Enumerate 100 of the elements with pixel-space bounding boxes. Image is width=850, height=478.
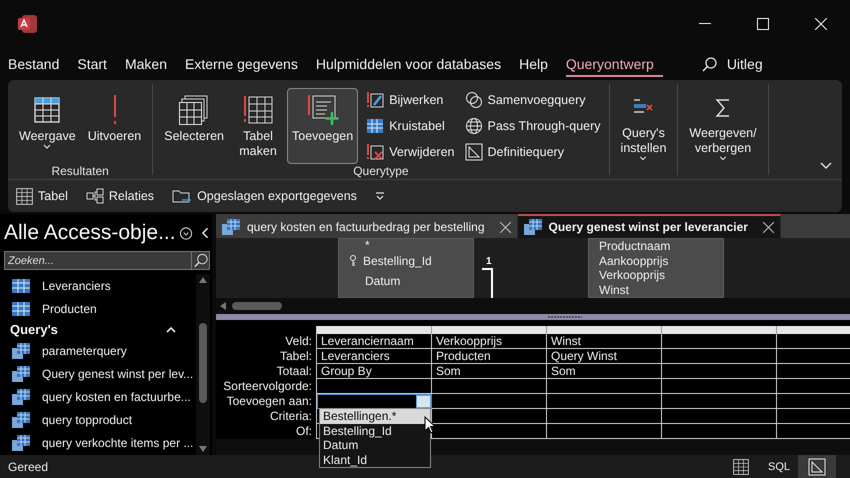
row-label: Sorteervolgorde: <box>222 379 313 394</box>
row-label: Tabel: <box>278 349 313 364</box>
ribbon-button[interactable]: Pass Through-query <box>462 114 603 138</box>
grid-cell[interactable] <box>662 409 777 424</box>
navigation-item[interactable]: Producten <box>4 297 196 320</box>
navigation-item[interactable]: query topproduct <box>4 408 196 432</box>
search-button[interactable]: Uitleg <box>696 55 769 73</box>
union-icon <box>464 91 483 109</box>
search-icon <box>702 56 717 72</box>
query-icon <box>12 389 30 406</box>
ribbon-button[interactable]: Weergave <box>14 88 81 164</box>
grid-cell[interactable] <box>547 394 662 409</box>
field-name[interactable]: Bestelling_Id <box>349 251 463 271</box>
grid-cell[interactable] <box>662 394 777 409</box>
grid-cell[interactable]: Leveranciernaam <box>317 334 432 349</box>
grid-cell[interactable]: Winst <box>547 334 662 349</box>
query-icon <box>12 412 30 428</box>
grid-cell[interactable]: Group By <box>317 364 432 379</box>
close-icon[interactable] <box>762 222 774 232</box>
crosstab-icon <box>366 117 384 135</box>
row-label: Of: <box>294 424 313 439</box>
ribbon-button[interactable]: Weergeven/ verbergen <box>684 88 762 164</box>
grid-cell[interactable] <box>662 349 777 364</box>
field-name[interactable]: Datum <box>349 271 463 291</box>
ribbon-button[interactable]: Definitiequery <box>462 140 603 164</box>
grid-cell[interactable] <box>662 364 777 379</box>
grid-cell[interactable]: Som <box>547 364 662 379</box>
view-button[interactable]: SQL <box>760 455 798 478</box>
menu-tab[interactable]: Help <box>519 52 557 76</box>
field-name[interactable]: Winst <box>599 282 713 297</box>
delete-icon <box>366 143 384 161</box>
scroll-up-icon[interactable] <box>199 277 207 283</box>
make-table-icon <box>243 95 274 125</box>
dropdown-circle-icon[interactable] <box>178 226 193 240</box>
ribbon-button[interactable]: Samenvoegquery <box>462 88 603 112</box>
grid-cell[interactable] <box>432 379 547 394</box>
navigation-item[interactable]: query verkochte items per ... <box>4 432 196 455</box>
ribbon-button[interactable]: Toevoegen <box>287 88 358 164</box>
collapse-pane-icon[interactable] <box>200 226 210 240</box>
quick-access-button[interactable]: Opgeslagen exportgegevens <box>170 188 359 204</box>
append-icon <box>306 94 339 126</box>
dropdown-option[interactable]: Bestellingen.* <box>320 409 430 424</box>
navigation-item[interactable]: parameterquery <box>4 339 196 363</box>
scrollbar[interactable] <box>196 274 210 455</box>
table-field-list[interactable]: * Bestelling_Id Datum <box>338 238 474 298</box>
search-icon[interactable] <box>191 251 210 270</box>
datasheet-icon <box>733 458 749 474</box>
grid-cell[interactable] <box>432 394 547 409</box>
dropdown-option[interactable]: Datum <box>320 438 430 452</box>
table-field-list[interactable]: Productnaam Aankoopprijs Verkoopprijs Winst <box>588 238 724 298</box>
dropdown-field[interactable] <box>317 394 432 409</box>
ribbon-button[interactable]: Verwijderen <box>364 140 457 164</box>
grid-cell[interactable] <box>547 379 662 394</box>
field-name[interactable]: Verkoopprijs <box>599 268 713 282</box>
ribbon-button[interactable]: Bijwerken <box>364 88 457 112</box>
search-field[interactable]: Zoeken... <box>4 251 191 270</box>
menu-tab[interactable]: Hulpmiddelen voor databases <box>316 52 510 76</box>
grid-cell[interactable]: Verkoopprijs <box>432 334 547 349</box>
field-name[interactable]: * <box>349 239 463 251</box>
stacked-tables-icon <box>179 95 210 125</box>
quick-access-button[interactable]: Relaties <box>84 188 156 204</box>
grid-cell[interactable] <box>547 409 662 424</box>
grid-cell[interactable]: Query Winst <box>547 349 662 364</box>
scroll-left-icon[interactable] <box>220 302 226 310</box>
group-label: Querytype <box>352 164 410 178</box>
grid-cell[interactable]: Leveranciers <box>317 349 432 364</box>
scrollbar[interactable] <box>216 298 850 314</box>
document-tab[interactable]: Query genest winst per leverancier <box>518 214 781 238</box>
ribbon-button[interactable]: Uitvoeren <box>82 88 146 164</box>
table-icon <box>12 302 30 316</box>
navigation-item[interactable]: Query genest winst per lev... <box>4 362 196 386</box>
field-name[interactable]: Productnaam <box>599 239 713 254</box>
ribbon-button[interactable]: Selecteren <box>159 88 230 164</box>
close-icon[interactable] <box>500 222 510 232</box>
menu-tab[interactable]: Queryontwerp <box>566 52 663 76</box>
dropdown-option[interactable]: Klant_Id <box>320 452 430 467</box>
menu-tab[interactable]: Maken <box>124 52 176 76</box>
join-label: 1 <box>486 256 492 267</box>
query-icon <box>12 343 30 360</box>
menu-tab[interactable]: Externe gegevens <box>184 52 307 76</box>
grid-cell[interactable]: Som <box>432 364 547 379</box>
menu-tab[interactable]: Bestand <box>8 52 68 76</box>
ribbon-button[interactable]: Tabel maken <box>231 88 286 164</box>
grid-cell[interactable]: Producten <box>432 349 547 364</box>
navigation-item[interactable]: Leveranciers <box>4 274 196 298</box>
relationships-icon <box>86 188 104 204</box>
field-name[interactable]: Aankoopprijs <box>599 254 713 268</box>
grid-cell[interactable] <box>662 334 777 349</box>
grid-cell[interactable] <box>662 379 777 394</box>
group-header[interactable]: Query's <box>4 320 196 340</box>
menu-tab[interactable]: Start <box>77 52 116 76</box>
quick-access-button[interactable]: Tabel <box>14 188 70 204</box>
app-logo-icon <box>18 14 38 34</box>
ribbon-button[interactable]: Query's instellen <box>616 88 672 164</box>
ribbon-button[interactable]: Kruistabel <box>364 114 457 138</box>
row-label: Toevoegen aan: <box>226 394 313 409</box>
view-button[interactable] <box>798 455 836 478</box>
navigation-item[interactable]: query kosten en factuurbe... <box>4 386 196 409</box>
scroll-down-icon[interactable] <box>199 446 207 452</box>
grid-cell[interactable] <box>432 409 547 424</box>
